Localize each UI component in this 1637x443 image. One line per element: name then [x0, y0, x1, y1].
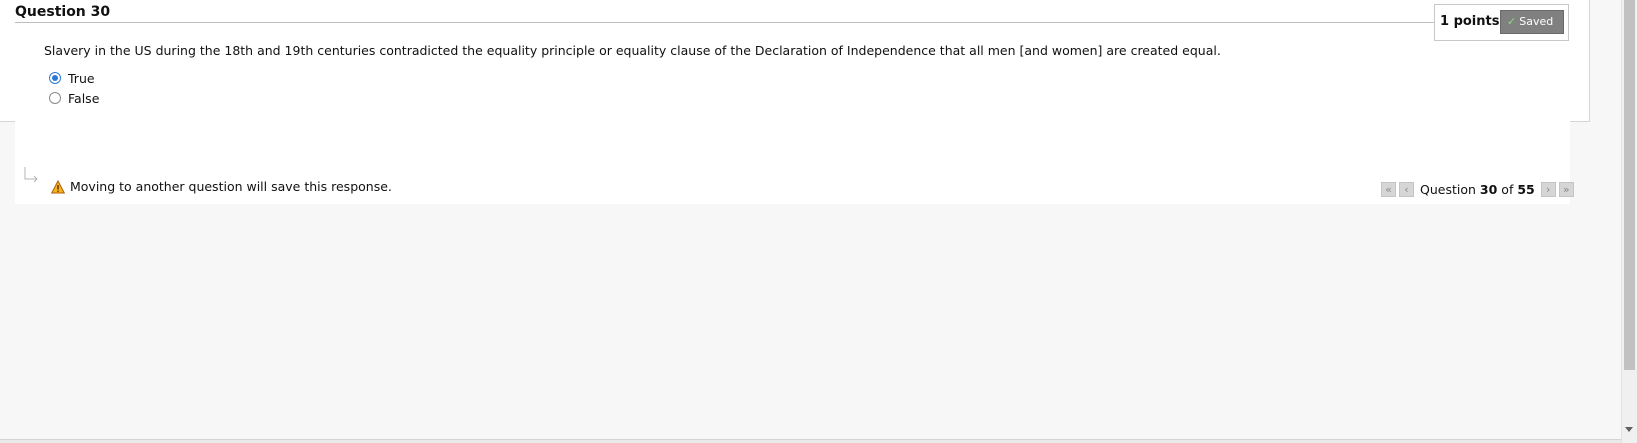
next-page-icon[interactable]: › — [1540, 182, 1556, 197]
option-false-label: False — [68, 90, 100, 106]
last-page-icon[interactable]: » — [1558, 182, 1574, 197]
scroll-thumb[interactable] — [1624, 0, 1635, 370]
first-page-icon[interactable]: « — [1381, 182, 1396, 197]
question-text: Slavery in the US during the 18th and 19… — [44, 43, 1221, 58]
vertical-scrollbar[interactable] — [1621, 0, 1637, 443]
warning-icon — [51, 179, 65, 193]
pager-label: Question 30 of 55 — [1420, 182, 1535, 197]
question-pager: « ‹ Question 30 of 55 › » — [1381, 182, 1574, 197]
save-warning: Moving to another question will save thi… — [51, 179, 392, 194]
radio-false[interactable] — [49, 92, 61, 104]
bottom-strip — [0, 439, 1621, 443]
radio-true[interactable] — [49, 72, 61, 84]
question-card — [15, 0, 1570, 204]
option-false[interactable]: False — [49, 90, 99, 106]
scroll-down-icon[interactable] — [1625, 427, 1633, 432]
arrow-return-icon — [24, 167, 38, 183]
option-true-label: True — [68, 70, 95, 86]
question-title: Question 30 — [15, 4, 111, 20]
points-box: 1 points ✓ Saved — [1434, 4, 1569, 41]
saved-badge: ✓ Saved — [1500, 10, 1564, 34]
pager-prefix: Question — [1420, 182, 1476, 197]
title-divider — [15, 22, 1435, 23]
pager-of: of — [1501, 182, 1514, 197]
option-true[interactable]: True — [49, 70, 95, 86]
warning-text: Moving to another question will save thi… — [70, 179, 392, 194]
pager-total: 55 — [1517, 182, 1535, 197]
pager-current: 30 — [1479, 182, 1498, 197]
check-icon: ✓ — [1507, 15, 1517, 28]
saved-label: Saved — [1519, 15, 1554, 28]
points-label: 1 points — [1440, 14, 1500, 29]
prev-page-icon[interactable]: ‹ — [1399, 182, 1414, 197]
assessment-page: Question 30 1 points ✓ Saved Slavery in t… — [0, 0, 1637, 443]
